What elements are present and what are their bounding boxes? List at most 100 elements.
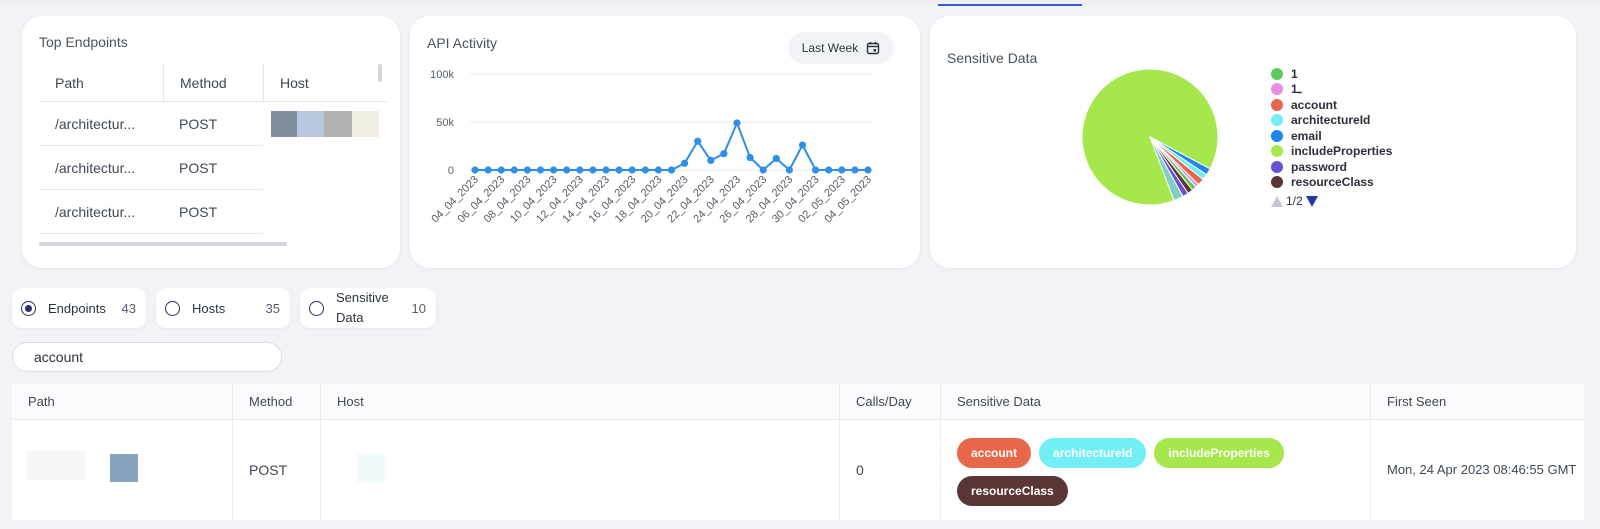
legend-swatch (1271, 160, 1283, 173)
top-tab-bar (0, 0, 1600, 6)
data-point[interactable] (667, 166, 676, 174)
data-point[interactable] (707, 156, 715, 164)
sensitive-tag-includeproperties[interactable]: includeProperties (1154, 438, 1284, 468)
data-point[interactable] (720, 150, 728, 158)
table-row[interactable]: /architectur... POST (39, 102, 389, 146)
legend-item[interactable]: resourceClass (1271, 175, 1392, 191)
legend-item[interactable]: includeProperties (1271, 144, 1392, 160)
legend-swatch (1271, 145, 1283, 158)
legend-item[interactable]: email (1271, 128, 1392, 144)
data-point[interactable] (523, 166, 531, 174)
table-header: Path Method Host Calls/Day Sensitive Dat… (12, 384, 1584, 420)
data-point[interactable] (694, 137, 702, 145)
host-redaction-block (271, 111, 297, 137)
legend-pager: 1/2 (1271, 194, 1318, 208)
data-point[interactable] (681, 159, 689, 167)
data-point[interactable] (471, 166, 479, 174)
radio-selected-icon[interactable] (21, 300, 36, 316)
radio-unselected-icon[interactable] (309, 300, 324, 316)
path-redaction-block (110, 454, 138, 482)
row-method: POST (233, 420, 321, 520)
column-header-host[interactable]: Host (263, 64, 389, 101)
legend-item[interactable]: architectureId (1271, 113, 1392, 129)
data-point[interactable] (602, 166, 610, 174)
endpoints-table: Path Method Host Calls/Day Sensitive Dat… (12, 384, 1584, 520)
column-header-path[interactable]: Path (39, 64, 163, 101)
data-point[interactable] (812, 166, 820, 174)
filter-label: Sensitive Data (336, 290, 389, 325)
column-header-calls-per-day[interactable]: Calls/Day (840, 384, 941, 419)
endpoint-host (263, 146, 389, 190)
data-point[interactable] (772, 154, 780, 163)
data-point[interactable] (510, 166, 518, 174)
data-point[interactable] (759, 166, 767, 174)
sensitive-tag-resourceclass[interactable]: resourceClass (957, 476, 1068, 506)
filter-sensitive-data[interactable]: Sensitive Data 10 (300, 288, 436, 328)
data-point[interactable] (497, 166, 505, 174)
data-point[interactable] (628, 166, 636, 174)
column-header-method[interactable]: Method (163, 64, 263, 101)
endpoint-path[interactable]: /architectur... (39, 146, 163, 190)
filter-hosts[interactable]: Hosts 35 (156, 288, 290, 328)
endpoint-method: POST (163, 146, 263, 190)
data-point[interactable] (864, 166, 872, 174)
legend-label: 1ـ (1291, 82, 1302, 97)
legend-item[interactable]: 1ـ (1271, 82, 1392, 98)
data-point[interactable] (576, 166, 584, 174)
data-point[interactable] (654, 166, 662, 174)
y-tick-label: 50k (436, 117, 454, 129)
series-line (475, 122, 868, 171)
data-point[interactable] (563, 166, 571, 174)
table-row[interactable]: /architectur... POST (39, 146, 389, 190)
column-header-path[interactable]: Path (12, 384, 233, 419)
column-header-first-seen[interactable]: First Seen (1371, 384, 1584, 419)
sensitive-data-card: Sensitive Data 1 1ـ account architectureId e… (930, 16, 1576, 268)
sensitive-tag-architectureid[interactable]: architectureId (1039, 438, 1147, 468)
filter-label: Hosts (192, 300, 226, 316)
data-point[interactable] (641, 166, 649, 174)
row-calls-per-day: 0 (840, 420, 941, 520)
radio-unselected-icon[interactable] (165, 300, 180, 316)
sensitive-tag-account[interactable]: account (957, 438, 1032, 468)
legend-swatch (1271, 176, 1283, 189)
data-point[interactable] (825, 166, 833, 174)
legend-swatch (1271, 98, 1283, 111)
legend-label: includeProperties (1291, 144, 1393, 159)
row-path-redacted[interactable] (12, 420, 233, 520)
legend-item[interactable]: password (1271, 159, 1392, 175)
horizontal-scrollbar[interactable] (39, 242, 287, 246)
legend-next-icon[interactable] (1305, 195, 1318, 207)
legend-page-indicator: 1/2 (1286, 194, 1303, 208)
data-point[interactable] (615, 166, 623, 174)
data-point[interactable] (851, 166, 859, 174)
data-point[interactable] (838, 166, 846, 174)
filter-endpoints[interactable]: Endpoints 43 (12, 288, 146, 328)
table-row[interactable]: POST 0 account architectureId includePro… (12, 420, 1584, 520)
column-header-host[interactable]: Host (321, 384, 840, 419)
endpoint-host-redacted (263, 102, 389, 146)
filter-count: 35 (265, 300, 280, 316)
column-header-sensitive-data[interactable]: Sensitive Data (941, 384, 1371, 419)
legend-swatch (1271, 129, 1283, 142)
search-input[interactable] (12, 342, 282, 372)
data-point[interactable] (785, 166, 793, 174)
table-row[interactable]: /architectur... POST (39, 190, 389, 234)
legend-prev-icon[interactable] (1271, 195, 1283, 207)
data-point[interactable] (746, 153, 754, 162)
vertical-scrollbar[interactable] (378, 64, 382, 82)
endpoint-path[interactable]: /architectur... (39, 190, 163, 234)
host-redaction-block (297, 111, 324, 137)
legend-label: account (1291, 97, 1338, 112)
data-point[interactable] (550, 166, 558, 174)
endpoint-host (263, 190, 389, 234)
legend-item[interactable]: 1 (1271, 66, 1392, 82)
data-point[interactable] (536, 166, 545, 174)
data-point[interactable] (589, 166, 597, 174)
endpoint-path[interactable]: /architectur... (39, 102, 163, 146)
legend-item[interactable]: account (1271, 97, 1392, 113)
legend-swatch (1271, 83, 1283, 96)
data-point[interactable] (798, 141, 807, 149)
data-point[interactable] (484, 166, 492, 174)
data-point[interactable] (733, 119, 741, 127)
column-header-method[interactable]: Method (233, 384, 321, 419)
